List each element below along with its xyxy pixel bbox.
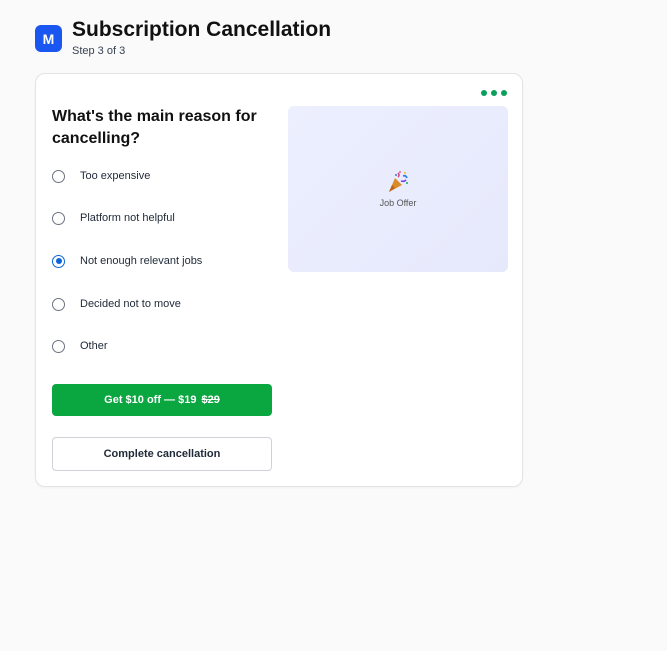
more-options-icon[interactable] xyxy=(481,90,507,96)
option-too-expensive[interactable]: Too expensive xyxy=(52,166,150,186)
option-not-enough-relevant-jobs[interactable]: Not enough relevant jobs xyxy=(52,251,202,271)
radio-button[interactable] xyxy=(52,169,65,183)
radio-button[interactable] xyxy=(52,339,65,353)
old-price: $29 xyxy=(201,394,220,406)
option-label: Other xyxy=(80,340,108,352)
cancellation-card: What's the main reason for cancelling? T… xyxy=(35,73,523,487)
radio-button[interactable] xyxy=(52,297,65,311)
radio-button-selected[interactable] xyxy=(52,254,65,268)
option-other[interactable]: Other xyxy=(52,336,108,356)
app-logo: M xyxy=(35,25,62,52)
option-label: Platform not helpful xyxy=(80,212,175,224)
job-offer-panel: Job Offer xyxy=(288,106,508,272)
step-indicator: Step 3 of 3 xyxy=(72,45,126,57)
offer-button-label: Get $10 off — $19 xyxy=(104,394,197,406)
radio-button[interactable] xyxy=(52,211,65,225)
complete-cancellation-button[interactable]: Complete cancellation xyxy=(52,437,272,471)
option-label: Decided not to move xyxy=(80,298,181,310)
page-title: Subscription Cancellation xyxy=(72,18,332,41)
question-heading: What's the main reason for cancelling? xyxy=(52,108,257,147)
party-popper-icon xyxy=(389,171,409,192)
option-decided-not-to-move[interactable]: Decided not to move xyxy=(52,294,181,314)
option-platform-not-helpful[interactable]: Platform not helpful xyxy=(52,208,175,228)
option-label: Too expensive xyxy=(80,170,151,182)
accept-offer-button[interactable]: Get $10 off — $19 $29 xyxy=(52,384,272,416)
job-offer-label: Job Offer xyxy=(379,198,417,208)
option-label: Not enough relevant jobs xyxy=(80,255,203,267)
page-header: M Subscription Cancellation Step 3 of 3 xyxy=(35,18,331,57)
